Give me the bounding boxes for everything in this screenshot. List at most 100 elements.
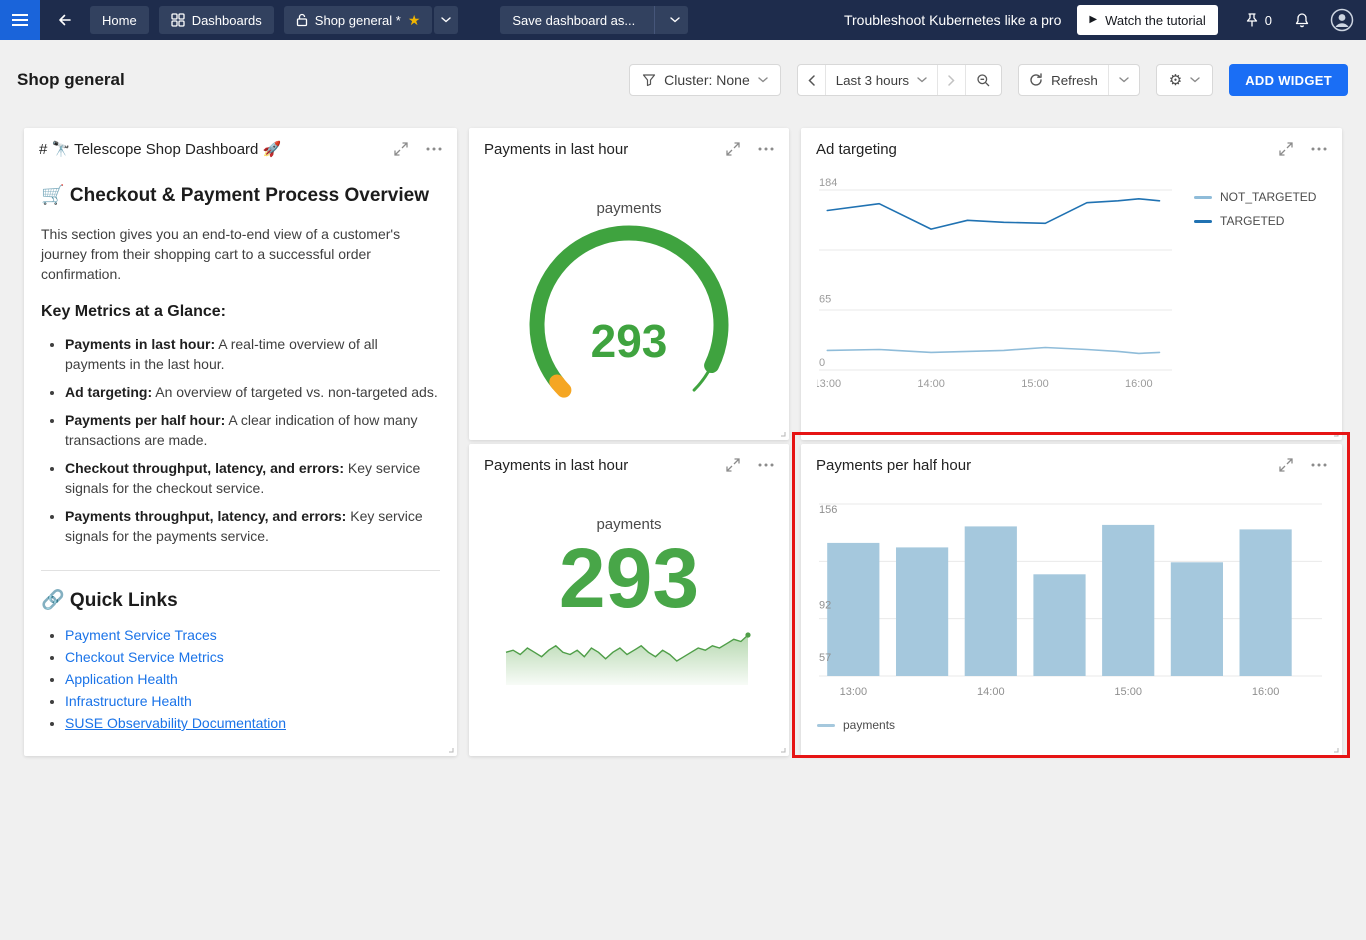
link-application-health[interactable]: Application Health	[65, 671, 178, 687]
legend-swatch	[1194, 220, 1212, 223]
link-checkout-service-metrics[interactable]: Checkout Service Metrics	[65, 649, 224, 665]
bar-chart[interactable]: 156925713:0014:0015:0016:00	[817, 492, 1326, 702]
pinned-items-button[interactable]: 0	[1244, 12, 1272, 28]
line-chart[interactable]: 18465013:0014:0015:0016:00	[817, 174, 1182, 394]
cluster-filter-button[interactable]: Cluster: None	[629, 64, 781, 96]
back-arrow-icon	[57, 12, 73, 28]
watch-tutorial-button[interactable]: ▶ Watch the tutorial	[1077, 5, 1217, 35]
refresh-control: Refresh	[1018, 64, 1140, 96]
expand-widget-button[interactable]	[1279, 142, 1293, 156]
chevron-down-icon	[1190, 77, 1200, 83]
widget-title: Payments per half hour	[816, 457, 1279, 474]
save-dashboard-as-button[interactable]: Save dashboard as...	[500, 6, 647, 34]
dashboard-switch-chevron[interactable]	[434, 6, 458, 34]
legend-swatch	[817, 724, 835, 727]
list-item: Checkout Service Metrics	[65, 647, 440, 667]
expand-widget-button[interactable]	[726, 458, 740, 472]
widget-title: Ad targeting	[816, 141, 1279, 158]
nav-dashboards-button[interactable]: Dashboards	[159, 6, 274, 34]
widget-menu-button[interactable]	[758, 463, 774, 467]
sparkline-chart[interactable]	[504, 629, 754, 687]
expand-widget-button[interactable]	[394, 142, 408, 156]
list-item: SUSE Observability Documentation	[65, 713, 440, 733]
pin-count: 0	[1265, 13, 1272, 28]
link-suse-observability-documentation[interactable]: SUSE Observability Documentation	[65, 715, 286, 731]
user-menu-button[interactable]	[1330, 8, 1354, 32]
chart-legend: payments	[817, 718, 1326, 732]
resize-handle[interactable]	[778, 745, 786, 753]
zoom-out-button[interactable]	[965, 64, 1001, 96]
time-next-button[interactable]	[937, 64, 965, 96]
resize-handle[interactable]	[446, 745, 454, 753]
dashboard-app: Home Dashboards Shop general * ★ Save da…	[0, 0, 1366, 940]
legend-item-targeted[interactable]: TARGETED	[1194, 214, 1316, 228]
time-prev-button[interactable]	[798, 64, 825, 96]
svg-text:92: 92	[819, 600, 831, 612]
bullet-label: Checkout throughput, latency, and errors…	[65, 460, 344, 476]
ellipsis-icon	[1311, 463, 1327, 467]
svg-text:15:00: 15:00	[1021, 378, 1049, 390]
widget-menu-button[interactable]	[758, 147, 774, 151]
svg-text:0: 0	[819, 357, 825, 369]
avatar-icon	[1330, 8, 1354, 32]
svg-text:14:00: 14:00	[917, 378, 945, 390]
refresh-button[interactable]: Refresh	[1019, 64, 1108, 96]
widget-menu-button[interactable]	[426, 147, 442, 151]
svg-text:156: 156	[819, 504, 837, 516]
dashboard-settings-button[interactable]: ⚙	[1156, 64, 1213, 96]
widget-menu-button[interactable]	[1311, 147, 1327, 151]
list-item: Checkout throughput, latency, and errors…	[65, 458, 440, 498]
chevron-down-icon	[758, 77, 768, 83]
refresh-options-chevron[interactable]	[1108, 64, 1139, 96]
list-item: Payments in last hour: A real-time overv…	[65, 334, 440, 374]
svg-text:14:00: 14:00	[977, 686, 1005, 698]
link-payment-service-traces[interactable]: Payment Service Traces	[65, 627, 217, 643]
save-as-label: Save dashboard as...	[512, 13, 635, 28]
widget-payments-number: Payments in last hour payments 293	[469, 444, 789, 756]
expand-icon	[1279, 142, 1293, 156]
divider	[654, 6, 655, 34]
svg-text:184: 184	[819, 177, 837, 189]
link-infrastructure-health[interactable]: Infrastructure Health	[65, 693, 192, 709]
favorite-star-icon[interactable]: ★	[408, 13, 421, 27]
cluster-filter-label: Cluster: None	[664, 72, 750, 88]
main-menu-button[interactable]	[0, 0, 40, 40]
expand-widget-button[interactable]	[1279, 458, 1293, 472]
ellipsis-icon	[758, 147, 774, 151]
resize-handle[interactable]	[1331, 429, 1339, 437]
nav-current-dashboard-button[interactable]: Shop general * ★	[284, 6, 433, 34]
legend-item-not_targeted[interactable]: NOT_TARGETED	[1194, 190, 1316, 204]
list-item: Payments throughput, latency, and errors…	[65, 506, 440, 546]
save-options-chevron[interactable]	[662, 6, 688, 34]
chevron-down-icon	[441, 17, 451, 23]
gear-icon: ⚙	[1169, 73, 1182, 88]
expand-widget-button[interactable]	[726, 142, 740, 156]
gauge-chart[interactable]: 293	[509, 221, 749, 421]
bullet-label: Payments per half hour:	[65, 412, 225, 428]
time-range-control: Last 3 hours	[797, 64, 1002, 96]
nav-dashboards-label: Dashboards	[192, 13, 262, 28]
nav-home-label: Home	[102, 13, 137, 28]
widget-payments-per-half-hour: Payments per half hour 156925713:0014:00…	[801, 444, 1342, 756]
list-item: Payments per half hour: A clear indicati…	[65, 410, 440, 450]
resize-handle[interactable]	[778, 429, 786, 437]
bullet-label: Payments throughput, latency, and errors…	[65, 508, 346, 524]
list-item: Application Health	[65, 669, 440, 689]
notifications-button[interactable]	[1294, 12, 1310, 28]
refresh-icon	[1029, 73, 1043, 87]
resize-handle[interactable]	[1331, 745, 1339, 753]
nav-home-button[interactable]: Home	[90, 6, 149, 34]
time-range-button[interactable]: Last 3 hours	[825, 64, 937, 96]
add-widget-button[interactable]: ADD WIDGET	[1229, 64, 1348, 96]
widget-menu-button[interactable]	[1311, 463, 1327, 467]
back-button[interactable]	[50, 5, 80, 35]
intro-text: This section gives you an end-to-end vie…	[41, 224, 440, 284]
metrics-list: Payments in last hour: A real-time overv…	[41, 334, 440, 546]
legend-swatch	[1194, 196, 1212, 199]
legend-label: NOT_TARGETED	[1220, 190, 1316, 204]
list-item: Payment Service Traces	[65, 625, 440, 645]
metric-label: payments	[469, 200, 789, 217]
ellipsis-icon	[1311, 147, 1327, 151]
ellipsis-icon	[758, 463, 774, 467]
chevron-down-icon	[670, 17, 680, 23]
